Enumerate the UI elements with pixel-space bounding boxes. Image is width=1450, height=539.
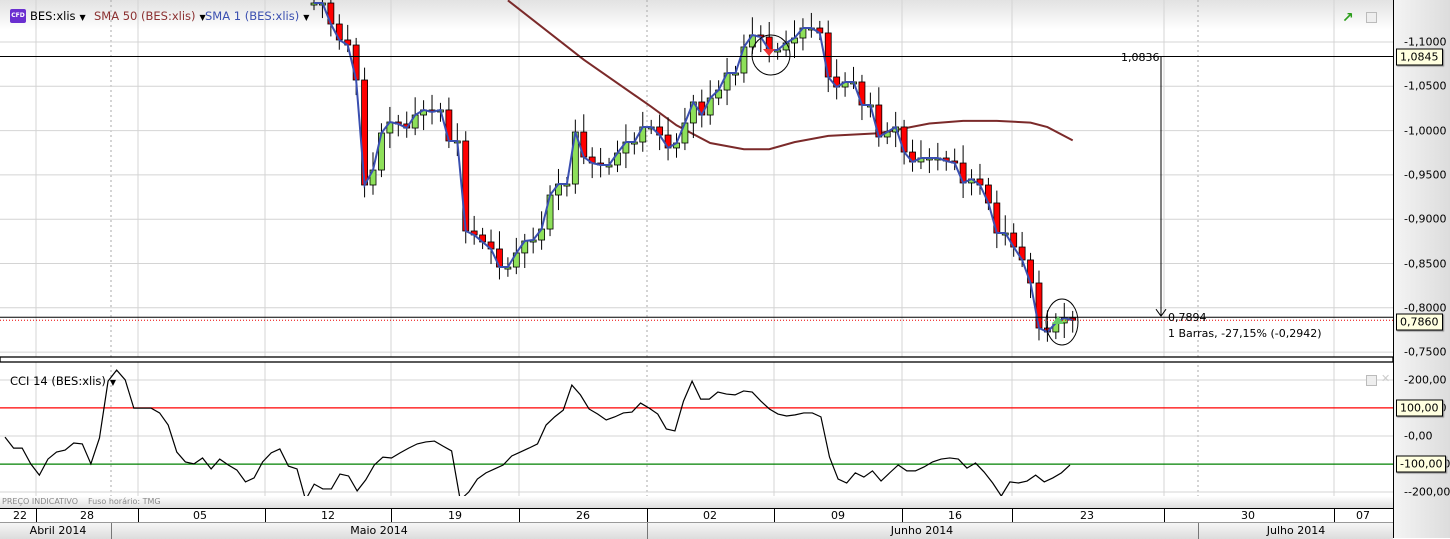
cci-tag-lower: -100,00 — [1396, 455, 1447, 473]
date-label: 22 — [13, 509, 27, 522]
price-tick-label: -1,0500 — [1404, 79, 1447, 93]
price-tag-line: 1,0845 — [1396, 48, 1443, 66]
date-label: 07 — [1356, 509, 1370, 522]
price-tick-label: -1,1000 — [1404, 35, 1447, 49]
cci-tick-label: -0,00 — [1404, 429, 1433, 443]
footer-strip: PREÇO INDICATIVO Fuso horário: TMG — [0, 496, 1393, 508]
panel-separator — [0, 356, 1393, 363]
date-label: 19 — [448, 509, 462, 522]
close-panel-icon[interactable]: ✕ — [1381, 372, 1390, 385]
trend-chart-icon[interactable]: ↗ — [1342, 10, 1354, 26]
date-label: 12 — [321, 509, 335, 522]
date-label: 02 — [703, 509, 717, 522]
month-label: Abril 2014 — [29, 524, 87, 537]
month-label: Julho 2014 — [1266, 524, 1326, 537]
price-tag-last: 0,7860 — [1396, 313, 1443, 331]
price-tick-label: -0,8500 — [1404, 257, 1447, 270]
month-label: Maio 2014 — [350, 524, 408, 537]
date-label: 30 — [1241, 509, 1255, 522]
sma1-line — [314, 2, 1073, 334]
cci-label: CCI 14 (BES:xlis) — [10, 374, 106, 388]
month-label: Junho 2014 — [890, 524, 954, 537]
sma1-label: SMA 1 (BES:xlis) — [205, 9, 300, 23]
maximize-panel-icon[interactable] — [1366, 375, 1377, 386]
indicative-price-note: PREÇO INDICATIVO — [2, 497, 79, 506]
sma50-label: SMA 50 (BES:xlis) — [94, 9, 196, 23]
measure-top-value: 1,0836 — [1121, 51, 1160, 64]
sma50-line — [507, 0, 1074, 151]
price-tick-label: -0,7500 — [1404, 345, 1447, 359]
cci-tick-label: -200,00 — [1404, 373, 1447, 387]
chart-plot-area[interactable] — [0, 0, 1393, 508]
date-label: 16 — [948, 509, 962, 522]
price-tick-label: -0,9000 — [1404, 212, 1447, 226]
cci-tick-label: --200,00 — [1404, 485, 1450, 499]
date-label: 05 — [193, 509, 207, 522]
cci-line — [4, 369, 1071, 502]
symbol-label: BES:xlis — [30, 9, 76, 23]
date-label: 26 — [576, 509, 590, 522]
price-tick-label: -1,0000 — [1404, 124, 1447, 138]
month-axis: Abril 2014 Maio 2014 Junho 2014 Julho 20… — [0, 522, 1393, 539]
sma1-legend[interactable]: SMA 1 (BES:xlis) ▼ — [205, 9, 309, 23]
price-tick-label: -0,8000 — [1404, 301, 1447, 315]
dropdown-caret-icon[interactable]: ▼ — [110, 378, 116, 387]
date-label: 23 — [1080, 509, 1094, 522]
price-tick-label: -0,9500 — [1404, 168, 1447, 182]
dropdown-caret-icon[interactable]: ▼ — [80, 13, 86, 22]
symbol-legend[interactable]: BES:xlis ▼ — [30, 9, 86, 23]
timezone-note: Fuso horário: TMG — [88, 497, 161, 506]
cci-tag-upper: 100,00 — [1396, 399, 1443, 417]
measure-bottom-value: 0,7894 — [1168, 311, 1207, 324]
dropdown-caret-icon[interactable]: ▼ — [303, 13, 309, 22]
date-axis: 22 28 05 12 19 26 02 09 16 23 30 07 — [0, 508, 1393, 523]
sell-signal-icon — [763, 49, 775, 56]
cci-legend[interactable]: CCI 14 (BES:xlis) ▼ — [10, 374, 116, 388]
measure-summary: 1 Barras, -27,15% (-0,2942) — [1168, 327, 1322, 340]
maximize-panel-icon[interactable] — [1366, 12, 1377, 23]
cfd-badge-icon: CFD — [10, 9, 26, 23]
date-label: 09 — [831, 509, 845, 522]
date-label: 28 — [80, 509, 94, 522]
sma50-legend[interactable]: SMA 50 (BES:xlis) ▼ — [94, 9, 206, 23]
